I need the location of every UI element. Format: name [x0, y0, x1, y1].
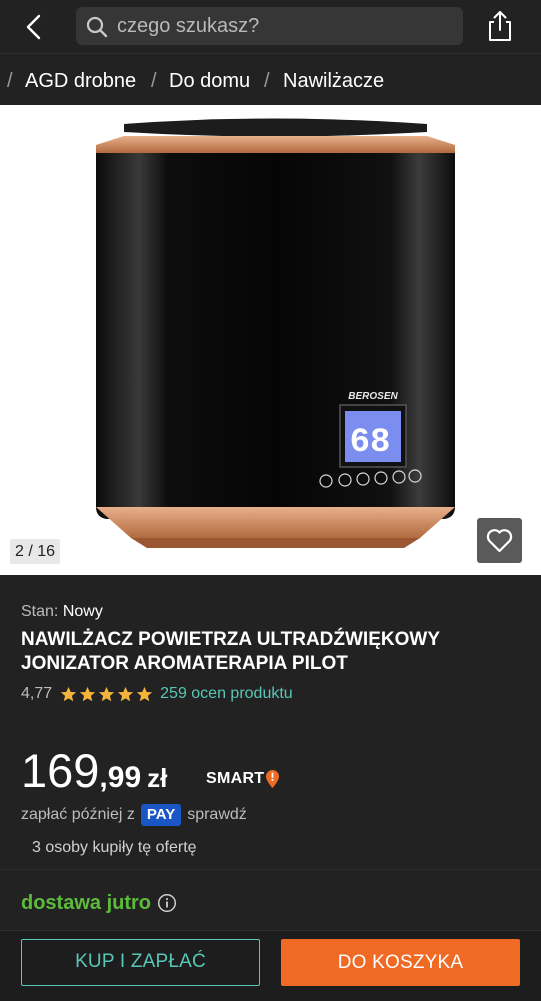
breadcrumb-item-nawilzacze[interactable]: Nawilżacze	[283, 69, 384, 93]
rating-value: 4,77	[21, 685, 53, 702]
price-integer: 169	[21, 744, 100, 797]
purchase-count: 3 osoby kupiły tę ofertę	[32, 839, 197, 856]
add-to-cart-button[interactable]: DO KOSZYKA	[281, 939, 520, 986]
share-icon[interactable]	[485, 9, 515, 43]
delivery-text: dostawa jutro	[21, 891, 152, 914]
price-decimal: ,99	[99, 761, 142, 794]
rating-count-link[interactable]: 259 ocen produktu	[160, 685, 293, 703]
pay-later-prefix: zapłać później z	[21, 806, 135, 823]
smart-badge[interactable]: SMART	[206, 768, 280, 790]
info-icon[interactable]	[157, 893, 177, 913]
chevron-left-icon[interactable]	[20, 10, 50, 44]
brand-logo: BEROSEN	[348, 391, 398, 402]
breadcrumb-item-do-domu[interactable]: Do domu	[169, 69, 250, 93]
product-image-gallery[interactable]: BEROSEN 68	[0, 105, 541, 575]
pay-badge: PAY	[140, 804, 182, 826]
breadcrumb-separator: /	[264, 70, 270, 92]
breadcrumb-separator: /	[7, 70, 13, 92]
breadcrumb-separator: /	[151, 70, 157, 92]
search-icon	[86, 16, 108, 38]
pay-later-row: zapłać później z PAY sprawdź	[21, 803, 247, 827]
star-icon	[117, 686, 134, 701]
smart-label: SMART	[206, 770, 265, 787]
image-counter: 2 / 16	[10, 539, 61, 564]
delivery-row[interactable]: dostawa jutro	[21, 891, 177, 915]
product-image: BEROSEN 68	[96, 118, 455, 548]
rating-stars	[60, 686, 153, 703]
price: 169,99 zł	[21, 746, 167, 796]
breadcrumb-item-agd-drobne[interactable]: AGD drobne	[25, 69, 136, 93]
rating-row[interactable]: 4,77 259 ocen produktu	[21, 683, 293, 705]
star-icon	[79, 686, 96, 701]
condition-value: Nowy	[62, 603, 103, 620]
divider	[0, 869, 541, 870]
star-icon	[98, 686, 115, 701]
breadcrumb: / AGD drobne / Do domu / Nawilżacze	[0, 55, 541, 105]
condition-label: Stan:	[21, 603, 59, 620]
product-title: NAWILŻACZ POWIETRZA ULTRADŹWIĘKOWY JONIZ…	[21, 629, 440, 674]
condition: Stan: Nowy	[21, 603, 103, 621]
search-input[interactable]: czego szukasz?	[76, 7, 463, 45]
device-display-reading: 68	[350, 424, 391, 462]
heart-icon	[486, 529, 513, 553]
smart-pin-icon	[266, 770, 280, 788]
star-icon	[136, 686, 153, 701]
search-placeholder: czego szukasz?	[117, 15, 260, 37]
pay-later-check-link[interactable]: sprawdź	[187, 806, 247, 824]
star-icon	[60, 686, 77, 701]
top-bar: czego szukasz?	[0, 0, 541, 54]
add-to-favorites-button[interactable]	[477, 518, 522, 563]
price-currency: zł	[147, 763, 168, 793]
buy-now-button[interactable]: KUP I ZAPŁAĆ	[21, 939, 260, 986]
